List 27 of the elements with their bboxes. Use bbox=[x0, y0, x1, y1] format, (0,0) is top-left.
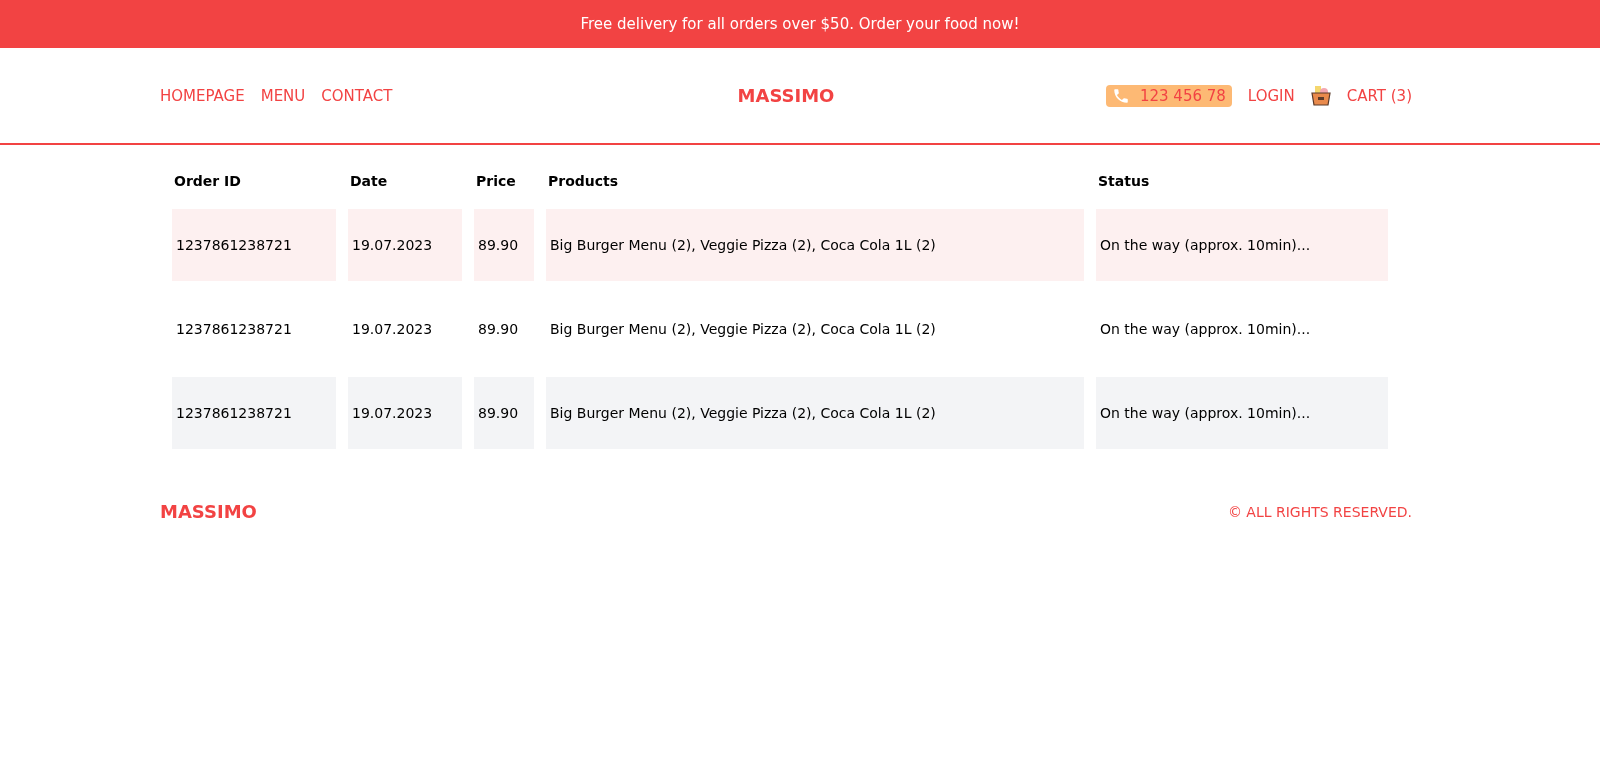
table-cell: On the way (approx. 10min)... bbox=[1096, 377, 1388, 449]
site-logo: MASSIMO bbox=[736, 85, 836, 106]
column-header: Date bbox=[349, 173, 389, 191]
table-cell: 1237861238721 bbox=[172, 377, 336, 449]
table-cell: Big Burger Menu (2), Veggie Pizza (2), Coca Cola 1L (2) bbox=[546, 377, 1084, 449]
nav-link[interactable]: HOMEPAGE bbox=[160, 86, 245, 105]
login-link[interactable]: LOGIN bbox=[1247, 86, 1295, 105]
column-header: Order ID bbox=[173, 173, 242, 191]
table-cell: 19.07.2023 bbox=[348, 377, 462, 449]
basket-icon[interactable] bbox=[1310, 84, 1331, 107]
table-cell: 1237861238721 bbox=[172, 209, 336, 281]
column-header: Status bbox=[1097, 173, 1151, 191]
phone-icon bbox=[1111, 86, 1130, 105]
column-header: Products bbox=[547, 173, 620, 191]
table-cell: 19.07.2023 bbox=[348, 209, 462, 281]
footer-logo: MASSIMO bbox=[160, 501, 257, 522]
phone-link[interactable]: 123 456 78 bbox=[1105, 84, 1232, 107]
table-cell: 89.90 bbox=[474, 209, 534, 281]
cart-link[interactable]: CART (3) bbox=[1346, 86, 1412, 105]
table-cell: 89.90 bbox=[474, 377, 534, 449]
promo-banner: Free delivery for all orders over $50. Order your food now! bbox=[0, 0, 1600, 48]
copyright-text: © ALL RIGHTS RESERVED. bbox=[1227, 503, 1412, 520]
nav-link[interactable]: MENU bbox=[260, 86, 306, 105]
nav-link[interactable]: CONTACT bbox=[321, 86, 393, 105]
table-cell: On the way (approx. 10min)... bbox=[1096, 209, 1388, 281]
column-header: Price bbox=[475, 173, 517, 191]
table-cell: Big Burger Menu (2), Veggie Pizza (2), Coca Cola 1L (2) bbox=[546, 209, 1084, 281]
